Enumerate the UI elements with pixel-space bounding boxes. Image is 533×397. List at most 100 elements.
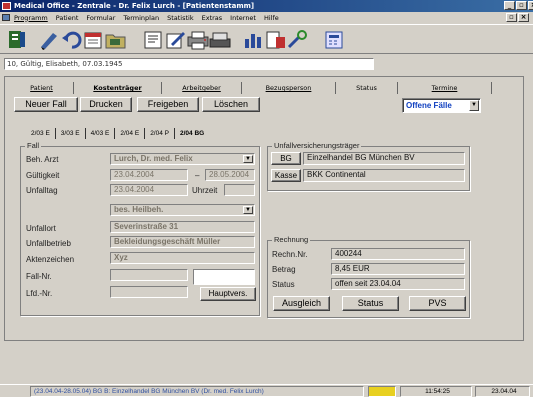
tab-arbeitgeber[interactable]: Arbeitgeber: [162, 82, 242, 94]
behandlungsart-value: bes. Heilbeh.: [114, 205, 164, 214]
unfalltag-label: Unfalltag: [26, 186, 58, 195]
drucken-button[interactable]: Drucken: [80, 97, 132, 112]
hauptvers-button[interactable]: Hauptvers.: [200, 287, 256, 301]
folder-icon[interactable]: [104, 29, 128, 51]
betrag-label: Betrag: [272, 265, 296, 274]
gueltig-bis-field[interactable]: 28.05.2004: [205, 169, 255, 181]
chart-icon[interactable]: [242, 29, 266, 51]
status-bar: (23.04.04-28.05.04) BG B: Einzelhandel B…: [0, 384, 533, 397]
neuer-fall-button[interactable]: Neuer Fall: [14, 97, 78, 112]
status-label: Status: [272, 280, 295, 289]
status-button[interactable]: Status: [342, 296, 399, 311]
chevron-down-icon[interactable]: ▼: [243, 206, 253, 214]
betrag-field: 8,45 EUR: [331, 263, 465, 275]
title-bar: Medical Office - Zentrale - Dr. Felix Lu…: [0, 0, 533, 12]
restore-icon[interactable]: ▫: [516, 1, 527, 10]
status-date: 23.04.04: [475, 386, 530, 397]
print-icon[interactable]: [186, 29, 210, 51]
beh-arzt-label: Beh. Arzt: [26, 155, 59, 164]
menu-patient[interactable]: Patient: [56, 14, 79, 22]
menu-bar: Programm Patient Formular Terminplan Sta…: [0, 12, 533, 23]
versicherung-group-label: Unfallversicherungsträger: [272, 141, 362, 151]
rechnungsnr-field: 400244: [331, 248, 465, 260]
gueltig-von-field[interactable]: 23.04.2004: [110, 169, 188, 181]
status-info: (23.04.04-28.05.04) BG B: Einzelhandel B…: [30, 386, 364, 397]
menu-programm[interactable]: Programm: [14, 14, 48, 22]
main-tabs: Patient Kostenträger Arbeitgeber Bezugsp…: [10, 82, 492, 94]
fall-extra-field[interactable]: [193, 269, 255, 285]
unfalltag-field[interactable]: 23.04.2004: [110, 184, 188, 196]
tab-patient[interactable]: Patient: [10, 82, 74, 94]
calculator-icon[interactable]: [322, 29, 346, 51]
filter-value: Offene Fälle: [406, 101, 452, 110]
patient-info-field: 10, Gültig, Elisabeth, 07.03.1945: [4, 58, 374, 70]
loeschen-button[interactable]: Löschen: [202, 97, 260, 112]
close-icon[interactable]: ×: [528, 1, 533, 10]
uhrzeit-label: Uhrzeit: [192, 186, 218, 195]
calendar-icon[interactable]: [82, 29, 106, 51]
unfallort-field[interactable]: Severinstraße 31: [110, 221, 255, 233]
rechnung-group-label: Rechnung: [272, 235, 311, 245]
mdi-restore-icon[interactable]: ▫: [506, 13, 517, 22]
notification-icon[interactable]: [368, 386, 396, 397]
mdi-close-icon[interactable]: ×: [518, 13, 529, 22]
tab-quarter[interactable]: 4/03 E: [86, 128, 116, 139]
bg-field: Einzelhandel BG München BV: [303, 152, 465, 165]
tab-quarter[interactable]: 2/04 P: [145, 128, 175, 139]
pvs-button[interactable]: PVS: [409, 296, 466, 311]
undo-icon[interactable]: [60, 29, 84, 51]
ausgleich-button[interactable]: Ausgleich: [273, 296, 330, 311]
aktenzeichen-field[interactable]: Xyz: [110, 252, 255, 264]
book-icon[interactable]: [142, 29, 166, 51]
fall-group-label: Fall: [25, 141, 42, 151]
notes-icon[interactable]: [164, 29, 188, 51]
tab-bezugsperson[interactable]: Bezugsperson: [242, 82, 336, 94]
edit-icon[interactable]: [38, 29, 62, 51]
window-title: Medical Office - Zentrale - Dr. Felix Lu…: [14, 2, 255, 10]
menu-extras[interactable]: Extras: [202, 14, 223, 22]
menu-hilfe[interactable]: Hilfe: [264, 14, 279, 22]
lfdnr-label: Lfd.-Nr.: [26, 289, 53, 298]
menu-formular[interactable]: Formular: [86, 14, 115, 22]
toolbar: [0, 24, 533, 54]
lfdnr-field[interactable]: [110, 286, 188, 298]
scan-icon[interactable]: [208, 29, 232, 51]
chevron-down-icon[interactable]: ▼: [469, 100, 479, 111]
menu-internet[interactable]: Internet: [230, 14, 256, 22]
tab-termine[interactable]: Termine: [398, 82, 492, 94]
document-icon: [2, 14, 10, 21]
unfallbetrieb-field[interactable]: Bekleidungsgeschäft Müller: [110, 236, 255, 248]
kasse-field: BKK Continental: [303, 169, 465, 182]
beh-arzt-value: Lurch, Dr. med. Felix: [114, 154, 193, 163]
tab-kostentraeger[interactable]: Kostenträger: [74, 82, 162, 94]
tab-quarter[interactable]: 2/04 E: [115, 128, 146, 139]
document-icon[interactable]: [264, 29, 288, 51]
beh-arzt-select[interactable]: Lurch, Dr. med. Felix ▼: [110, 153, 255, 165]
tab-quarter[interactable]: 2/03 E: [26, 128, 56, 139]
status-field: offen seit 23.04.04: [331, 278, 465, 290]
tab-quarter-active[interactable]: 2/04 BG: [175, 128, 209, 139]
unfallort-label: Unfallort: [26, 224, 56, 233]
aktenzeichen-label: Aktenzeichen: [26, 255, 75, 264]
menu-statistik[interactable]: Statistik: [167, 14, 194, 22]
chevron-down-icon[interactable]: ▼: [243, 155, 253, 163]
fallnr-field[interactable]: [110, 269, 188, 281]
kasse-button[interactable]: Kasse: [271, 169, 301, 182]
window-controls: _ ▫ ×: [504, 1, 533, 10]
rechnungsnr-label: Rechn.Nr.: [272, 250, 308, 259]
tab-quarter[interactable]: 3/03 E: [56, 128, 86, 139]
freigeben-button[interactable]: Freigeben: [137, 97, 199, 112]
filter-select[interactable]: Offene Fälle ▼: [402, 98, 481, 113]
menu-terminplan[interactable]: Terminplan: [123, 14, 159, 22]
tab-status[interactable]: Status: [336, 82, 398, 94]
fallnr-label: Fall-Nr.: [26, 272, 52, 281]
bg-button[interactable]: BG: [271, 152, 301, 165]
minimize-icon[interactable]: _: [504, 1, 515, 10]
gueltigkeit-label: Gültigkeit: [26, 171, 60, 180]
uhrzeit-field[interactable]: [224, 184, 255, 196]
behandlungsart-select[interactable]: bes. Heilbeh. ▼: [110, 204, 255, 216]
status-time: 11:54:25: [400, 386, 472, 397]
patient-icon[interactable]: [6, 29, 30, 51]
tools-icon[interactable]: [286, 29, 310, 51]
mdi-controls: ▫ ×: [506, 13, 529, 22]
